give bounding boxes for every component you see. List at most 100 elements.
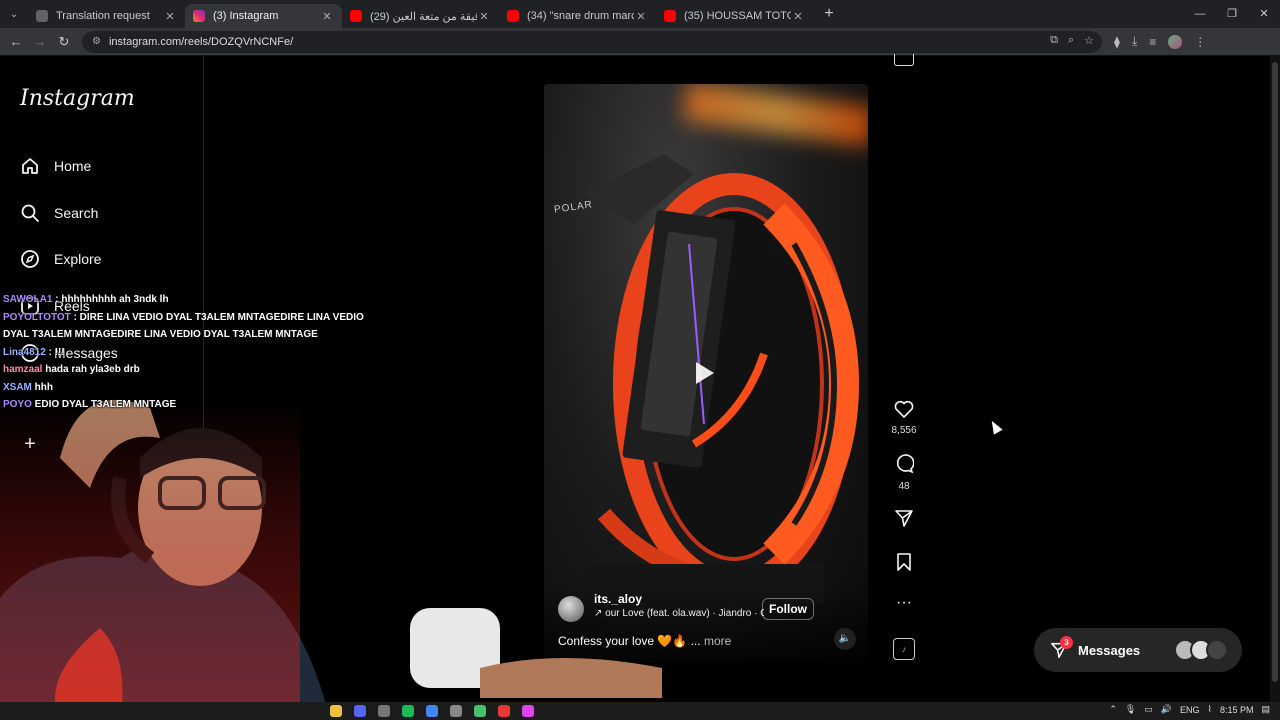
address-bar[interactable]: ⚙ instagram.com/reels/DOZQVrNCNFe/ ⧉ ⌕ ☆ bbox=[82, 30, 1102, 53]
home-icon bbox=[20, 156, 40, 176]
sidebar-item-home[interactable]: Home bbox=[20, 156, 91, 176]
save-action[interactable] bbox=[886, 552, 922, 577]
back-icon[interactable]: ← bbox=[4, 34, 28, 49]
more-link[interactable]: more bbox=[704, 634, 731, 648]
browser-tabbar: ⌄ Translation request ✕ (3) Instagram ✕ … bbox=[0, 0, 1280, 28]
instagram-icon bbox=[193, 10, 205, 22]
webcam-overlay bbox=[0, 398, 662, 720]
close-window-icon[interactable]: ✕ bbox=[1248, 0, 1280, 28]
minimize-icon[interactable]: — bbox=[1184, 0, 1216, 28]
download-icon[interactable]: ⤓ bbox=[1132, 34, 1137, 49]
tab-title: (3) Instagram bbox=[213, 10, 279, 22]
app-icon[interactable] bbox=[474, 705, 486, 717]
volume-tray-icon[interactable]: 🔊 bbox=[1161, 704, 1172, 715]
avatar bbox=[1206, 639, 1228, 661]
chat-message: SAWOLA1 : hhhhhhhhh ah 3ndk lh bbox=[3, 291, 348, 309]
unread-badge: 3 bbox=[1060, 636, 1073, 649]
tray-chevron-icon[interactable]: ⌃ bbox=[1109, 704, 1117, 715]
browser-tab[interactable]: (29) أربعون دقيقة من متعة العين ✕ bbox=[342, 4, 499, 28]
menu-icon[interactable]: ⋮ bbox=[1194, 35, 1206, 49]
browser-tab[interactable]: (34) "snare drum march" "snare ✕ bbox=[499, 4, 656, 28]
media-control-icon[interactable]: ≡ bbox=[1149, 35, 1156, 49]
chat-text: : !!! bbox=[45, 346, 65, 358]
close-tab-icon[interactable]: ✕ bbox=[477, 10, 491, 23]
messages-label: Messages bbox=[1078, 642, 1141, 658]
file-explorer-icon[interactable] bbox=[330, 705, 342, 717]
messages-pill[interactable]: 3 Messages bbox=[1034, 628, 1242, 672]
share-action[interactable] bbox=[886, 508, 922, 533]
extensions-icon[interactable]: ⧫ bbox=[1114, 35, 1120, 49]
sidebar-item-label: Search bbox=[54, 205, 99, 221]
audio-thumbnail[interactable]: ♪ bbox=[893, 638, 915, 660]
app-icon[interactable] bbox=[450, 705, 462, 717]
youtube-icon bbox=[507, 10, 519, 22]
browser-tab[interactable]: Translation request ✕ bbox=[28, 4, 185, 28]
close-tab-icon[interactable]: ✕ bbox=[163, 10, 177, 23]
like-count: 8,556 bbox=[891, 425, 917, 436]
taskbar-apps bbox=[330, 705, 534, 717]
forward-icon[interactable]: → bbox=[28, 34, 52, 49]
battery-icon[interactable]: ▭ bbox=[1144, 704, 1153, 715]
clock[interactable]: 8:15 PM bbox=[1220, 705, 1254, 715]
chat-text: hada rah yla3eb drb bbox=[42, 364, 140, 375]
mic-icon[interactable]: 🎙 bbox=[1125, 704, 1136, 715]
tab-search-icon[interactable]: ⌄ bbox=[0, 0, 28, 28]
message-avatars bbox=[1174, 639, 1228, 661]
browser-toolbar: ← → ↻ ⚙ instagram.com/reels/DOZQVrNCNFe/… bbox=[0, 28, 1280, 56]
install-app-icon[interactable]: ⧉ bbox=[1050, 34, 1058, 47]
chrome-icon[interactable] bbox=[426, 705, 438, 717]
app-icon[interactable] bbox=[498, 705, 510, 717]
chat-message: XSAM hhh bbox=[3, 379, 348, 397]
profile-avatar[interactable] bbox=[1168, 34, 1183, 49]
sidebar-item-explore[interactable]: Explore bbox=[20, 249, 101, 269]
bookmark-star-icon[interactable]: ☆ bbox=[1084, 34, 1094, 47]
page-scrollbar[interactable] bbox=[1270, 56, 1280, 702]
os-taskbar: ⌃ 🎙 ▭ 🔊 ENG ⌇ 8:15 PM ▤ bbox=[0, 702, 1280, 720]
restore-icon[interactable]: ❐ bbox=[1216, 0, 1248, 28]
new-tab-button[interactable]: + bbox=[817, 5, 841, 23]
browser-tab-active[interactable]: (3) Instagram ✕ bbox=[185, 4, 342, 28]
stream-chat: SAWOLA1 : hhhhhhhhh ah 3ndk lh POYOLTOTO… bbox=[3, 291, 364, 414]
comment-action[interactable]: 48 bbox=[886, 454, 922, 492]
browser-tab[interactable]: (35) HOUSSAM TOTO - YouTub ✕ bbox=[656, 4, 813, 28]
webcam-red-light bbox=[0, 398, 300, 720]
url-text: instagram.com/reels/DOZQVrNCNFe/ bbox=[108, 35, 294, 48]
notification-icon[interactable]: ▤ bbox=[1261, 704, 1270, 715]
language-indicator[interactable]: ENG bbox=[1180, 705, 1200, 715]
sidebar-item-search[interactable]: Search bbox=[20, 203, 98, 223]
more-options-icon[interactable]: ··· bbox=[886, 594, 922, 612]
close-tab-icon[interactable]: ✕ bbox=[634, 10, 648, 23]
comment-count: 48 bbox=[898, 481, 910, 492]
follow-button[interactable]: Follow bbox=[762, 598, 814, 620]
volume-icon[interactable]: 🔈 bbox=[834, 628, 856, 650]
mouse-cursor bbox=[987, 418, 1003, 435]
scrollbar-thumb[interactable] bbox=[1272, 62, 1278, 682]
play-icon[interactable] bbox=[696, 362, 714, 384]
chat-message: DYAL T3ALEM MNTAGEDIRE LINA VEDIO DYAL T… bbox=[3, 326, 348, 344]
instagram-logo[interactable]: Instagram bbox=[20, 86, 135, 111]
share-icon bbox=[895, 510, 913, 527]
chat-text: EDIO DYAL T3ALEM MNTAGE bbox=[31, 399, 177, 410]
mini-box-icon bbox=[894, 54, 914, 66]
reload-icon[interactable]: ↻ bbox=[52, 34, 76, 50]
tab-title: (29) أربعون دقيقة من متعة العين bbox=[370, 10, 477, 23]
wifi-icon[interactable]: ⌇ bbox=[1208, 704, 1212, 715]
app-icon[interactable] bbox=[522, 705, 534, 717]
sidebar-item-label: Home bbox=[54, 158, 92, 174]
chat-username: XSAM bbox=[3, 381, 32, 393]
tab-title: (34) "snare drum march" "snare bbox=[527, 10, 634, 22]
bookmark-icon bbox=[897, 553, 911, 571]
discord-icon[interactable] bbox=[354, 705, 366, 717]
zoom-icon[interactable]: ⌕ bbox=[1068, 34, 1074, 47]
globe-icon bbox=[36, 10, 48, 22]
app-icon[interactable] bbox=[378, 705, 390, 717]
close-tab-icon[interactable]: ✕ bbox=[791, 10, 805, 23]
close-tab-icon[interactable]: ✕ bbox=[320, 10, 334, 23]
heart-icon bbox=[894, 400, 914, 419]
site-info-icon[interactable]: ⚙ bbox=[92, 36, 101, 47]
tab-title: Translation request bbox=[56, 10, 150, 22]
spotify-icon[interactable] bbox=[402, 705, 414, 717]
like-action[interactable]: 8,556 bbox=[886, 400, 922, 436]
tab-title: (35) HOUSSAM TOTO - YouTub bbox=[684, 10, 791, 22]
comment-icon bbox=[896, 454, 915, 474]
